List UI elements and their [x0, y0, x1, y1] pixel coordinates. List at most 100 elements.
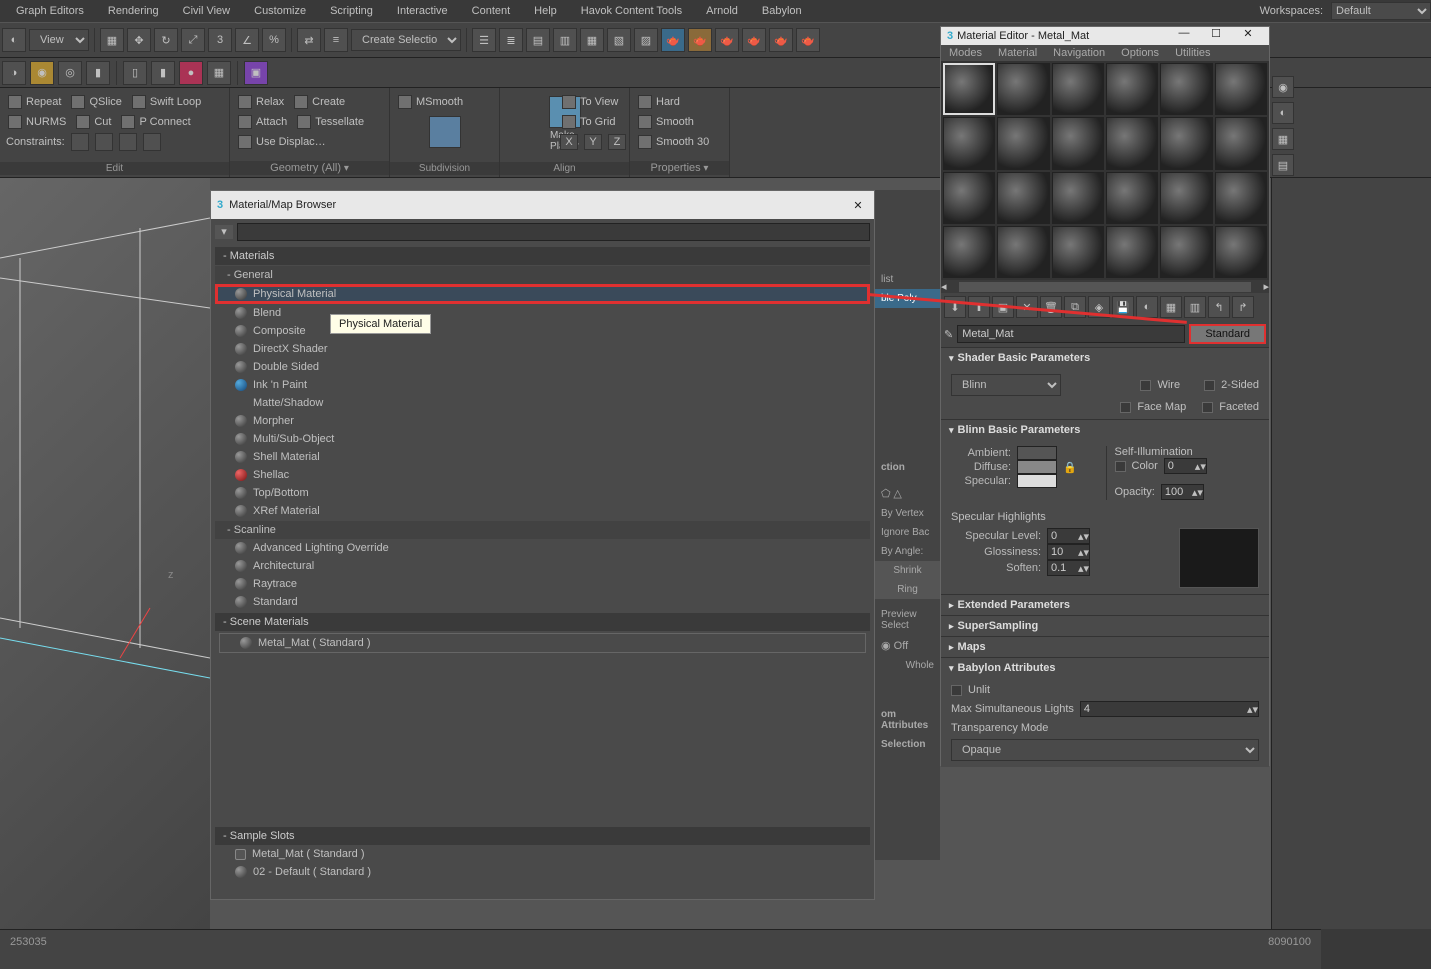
scale-icon[interactable]: ⤢ [181, 28, 205, 52]
material-name-input[interactable] [957, 325, 1185, 343]
materials-category[interactable]: - Materials [215, 247, 870, 265]
composite-material-item[interactable]: Composite [215, 322, 870, 340]
sample-slot-1[interactable] [997, 63, 1049, 115]
ambient-swatch[interactable] [1017, 446, 1057, 460]
directx-shader-item[interactable]: DirectX Shader [215, 340, 870, 358]
qslice-button[interactable]: QSlice [69, 94, 123, 110]
max-lights-spinner[interactable]: ▴▾ [1080, 701, 1259, 717]
diffuse-swatch[interactable] [1017, 460, 1057, 474]
align-z-button[interactable]: Z [608, 134, 626, 150]
sample-slot-13[interactable] [997, 172, 1049, 224]
material-menu[interactable]: Material [990, 45, 1045, 61]
editor-titlebar[interactable]: 3 Material Editor - Metal_Mat — ☐ ✕ [941, 27, 1269, 45]
sample-slot-22[interactable] [1160, 226, 1212, 278]
repeat-button[interactable]: Repeat [6, 94, 63, 110]
sample-slot-16[interactable] [1160, 172, 1212, 224]
sample-slot-3[interactable] [1106, 63, 1158, 115]
selfillum-spinner[interactable]: ▴▾ [1164, 458, 1207, 474]
render-setup-icon[interactable]: ▧ [607, 28, 631, 52]
align-x-button[interactable]: X [560, 134, 578, 150]
sample-slot-2[interactable] [1052, 63, 1104, 115]
scene-materials-category[interactable]: - Scene Materials [215, 613, 870, 631]
browser-search-input[interactable] [237, 223, 870, 241]
tb2-icon-2[interactable]: ◉ [30, 61, 54, 85]
render5-icon[interactable]: 🫖 [769, 28, 793, 52]
pconnect-button[interactable]: P Connect [119, 114, 192, 130]
double-sided-item[interactable]: Double Sided [215, 358, 870, 376]
angle-snap-icon[interactable]: ∠ [235, 28, 259, 52]
curve-editor-icon[interactable]: ▤ [526, 28, 550, 52]
shrink-button[interactable]: Shrink [875, 561, 940, 580]
blend-material-item[interactable]: Blend [215, 304, 870, 322]
constraint-1-icon[interactable] [71, 133, 89, 151]
unlit-check[interactable] [951, 685, 962, 696]
shader-params-rollout[interactable]: Shader Basic Parameters [941, 348, 1269, 368]
tb2-icon-7[interactable]: ● [179, 61, 203, 85]
raytrace-item[interactable]: Raytrace [215, 575, 870, 593]
sample-slot-11[interactable] [1215, 117, 1267, 169]
menu-arnold[interactable]: Arnold [694, 2, 750, 20]
smooth30-button[interactable]: Smooth 30 [636, 134, 711, 150]
render-icon[interactable]: 🫖 [661, 28, 685, 52]
supersampling-rollout[interactable]: SuperSampling [941, 616, 1269, 636]
command-panel[interactable] [1271, 178, 1431, 929]
snap-icon[interactable]: 3 [208, 28, 232, 52]
menu-interactive[interactable]: Interactive [385, 2, 460, 20]
render4-icon[interactable]: 🫖 [742, 28, 766, 52]
sample-slot-5[interactable] [1215, 63, 1267, 115]
opacity-spinner[interactable]: ▴▾ [1161, 484, 1204, 500]
menu-content[interactable]: Content [460, 2, 523, 20]
hard-button[interactable]: Hard [636, 94, 682, 110]
selfillum-color-check[interactable] [1115, 461, 1126, 472]
physical-material-item[interactable]: Physical Material [215, 284, 870, 304]
geometry-group-label[interactable]: Geometry (All) ▾ [230, 161, 389, 175]
sample-type-icon[interactable]: ◉ [1272, 76, 1294, 98]
relax-button[interactable]: Relax [236, 94, 286, 110]
tb2-icon-3[interactable]: ◎ [58, 61, 82, 85]
sample-slot-10[interactable] [1160, 117, 1212, 169]
ring-button[interactable]: Ring [875, 580, 940, 599]
standard-item[interactable]: Standard [215, 593, 870, 611]
sample-slot-0[interactable] [943, 63, 995, 115]
sample-slots-category[interactable]: - Sample Slots [215, 827, 870, 845]
wire-check[interactable] [1140, 380, 1151, 391]
sample-slot-18[interactable] [943, 226, 995, 278]
toview-button[interactable]: To View [560, 94, 620, 110]
options-menu[interactable]: Options [1113, 45, 1167, 61]
advanced-lighting-item[interactable]: Advanced Lighting Override [215, 539, 870, 557]
named-selection-dropdown[interactable]: Create Selection Se [351, 29, 461, 51]
off-radio[interactable]: ◉ [881, 640, 894, 652]
modes-menu[interactable]: Modes [941, 45, 990, 61]
facemap-check[interactable] [1120, 402, 1131, 413]
by-vertex-check[interactable]: By Vertex [875, 504, 940, 523]
mat-editor-icon[interactable]: ▦ [580, 28, 604, 52]
sample-slot-15[interactable] [1106, 172, 1158, 224]
faceted-check[interactable] [1202, 402, 1213, 413]
2sided-check[interactable] [1204, 380, 1215, 391]
render-frame-icon[interactable]: ▨ [634, 28, 658, 52]
architectural-item[interactable]: Architectural [215, 557, 870, 575]
swift-loop-button[interactable]: Swift Loop [130, 94, 203, 110]
tb2-icon-6[interactable]: ▮ [151, 61, 175, 85]
maps-rollout[interactable]: Maps [941, 637, 1269, 657]
ink-n-paint-item[interactable]: Ink 'n Paint [215, 376, 870, 394]
align-y-button[interactable]: Y [584, 134, 602, 150]
tb2-icon-8[interactable]: ▦ [207, 61, 231, 85]
ignore-back-check[interactable]: Ignore Bac [875, 523, 940, 542]
multi-sub-object-item[interactable]: Multi/Sub-Object [215, 430, 870, 448]
menu-civil-view[interactable]: Civil View [171, 2, 242, 20]
go-forward-icon[interactable]: ↱ [1232, 296, 1254, 318]
render2-icon[interactable]: 🫖 [688, 28, 712, 52]
cut-button[interactable]: Cut [74, 114, 113, 130]
percent-snap-icon[interactable]: % [262, 28, 286, 52]
scene-material-item[interactable]: Metal_Mat ( Standard ) [219, 633, 866, 653]
render3-icon[interactable]: 🫖 [715, 28, 739, 52]
menu-babylon[interactable]: Babylon [750, 2, 814, 20]
close-button[interactable]: ✕ [1233, 27, 1263, 45]
sample-slot-21[interactable] [1106, 226, 1158, 278]
mirror-icon[interactable]: ⇄ [297, 28, 321, 52]
menu-help[interactable]: Help [522, 2, 569, 20]
sample-uv-icon[interactable]: ▤ [1272, 154, 1294, 176]
move-icon[interactable]: ✥ [127, 28, 151, 52]
maximize-button[interactable]: ☐ [1201, 27, 1231, 45]
